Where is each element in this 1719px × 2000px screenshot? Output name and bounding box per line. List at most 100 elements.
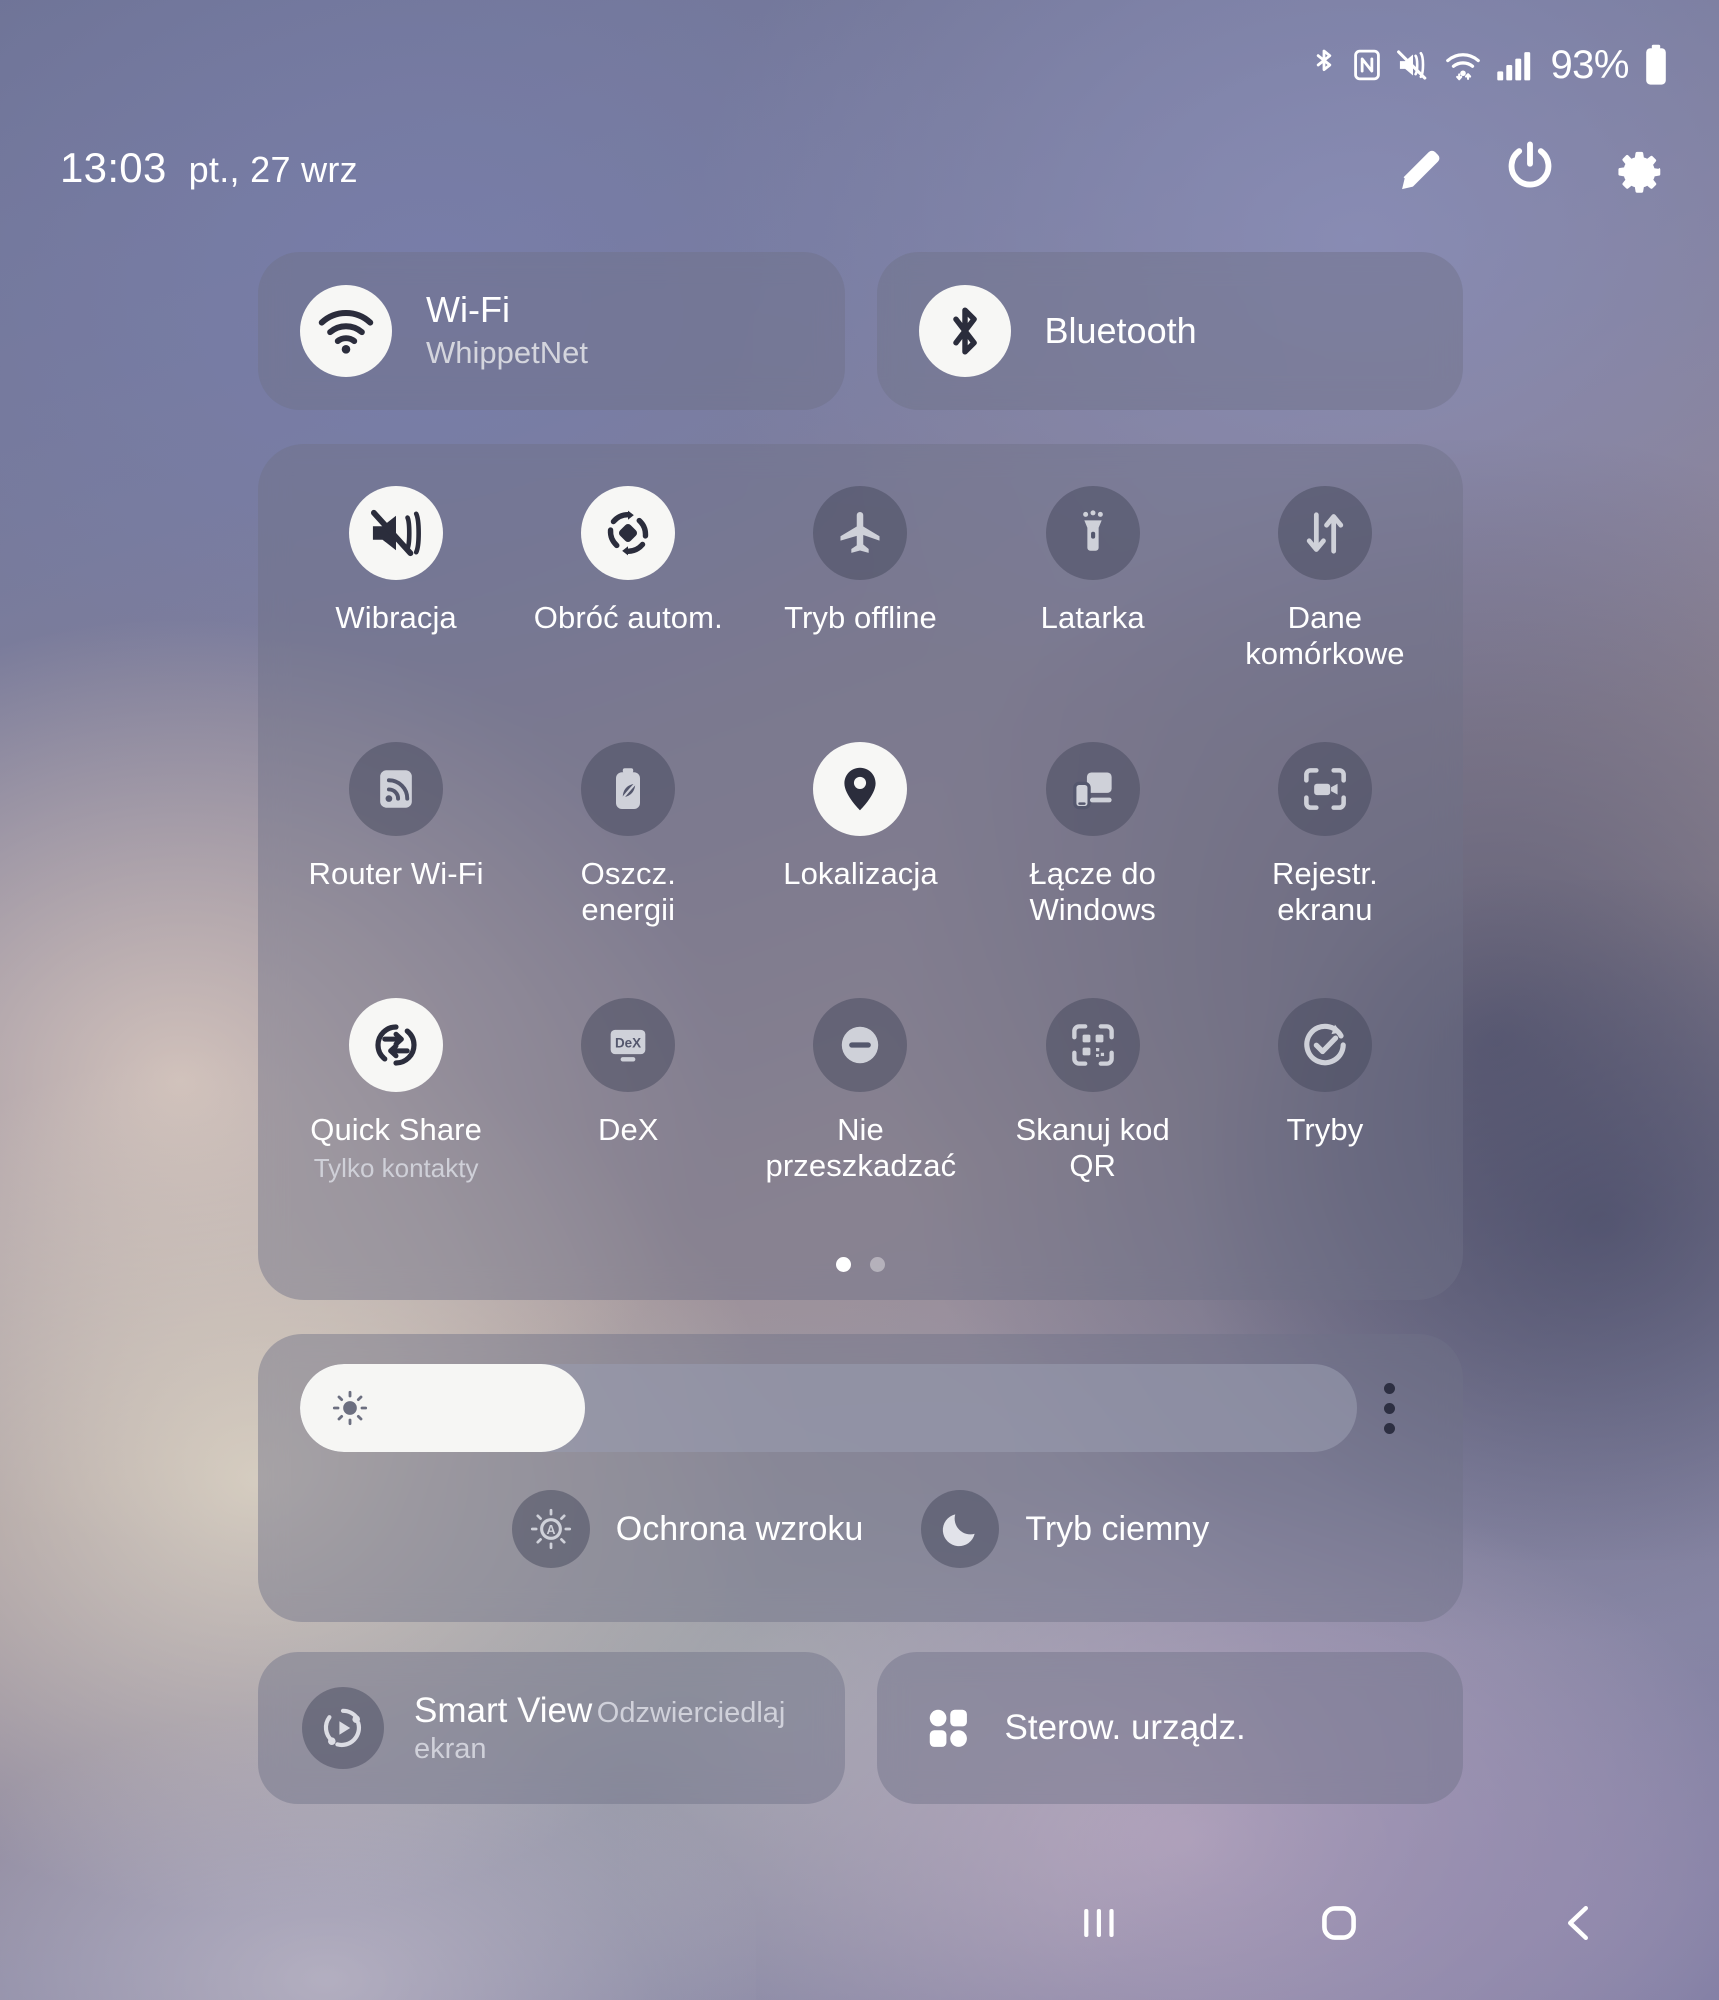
recents-icon: [1075, 1899, 1123, 1952]
brightness-card: A Ochrona wzroku Tryb ciemny: [258, 1334, 1463, 1622]
svg-text:A: A: [546, 1523, 555, 1537]
device-controls-icon: [921, 1701, 975, 1755]
clock-date-label: pt., 27 wrz: [188, 149, 358, 190]
toggle-label: Lokalizacja: [783, 856, 938, 891]
toggle-tryby[interactable]: Tryby: [1209, 998, 1441, 1254]
do-not-disturb-icon: [813, 998, 908, 1092]
svg-text:DeX: DeX: [615, 1036, 641, 1051]
dark-mode-moon-icon: [921, 1490, 1000, 1568]
hotspot-icon: [349, 742, 444, 836]
dark-mode-toggle[interactable]: Tryb ciemny: [921, 1490, 1209, 1568]
bluetooth-icon: [1310, 45, 1338, 85]
panel-header: 13:03 pt., 27 wrz: [0, 128, 1719, 208]
screen-recorder-icon: [1277, 742, 1372, 836]
device-controls-tile[interactable]: Sterow. urządz.: [876, 1652, 1463, 1804]
toggle-label: Latarka: [1040, 600, 1145, 635]
toggle-rejestr-ekranu[interactable]: Rejestr. ekranu: [1209, 742, 1441, 998]
brightness-slider[interactable]: [300, 1364, 1357, 1452]
toggle-lokalizacja[interactable]: Lokalizacja: [744, 742, 976, 998]
brightness-row: [300, 1364, 1421, 1452]
quick-settings-grid: Wibracja Obróć autom. Tryb offline Latar…: [258, 444, 1463, 1300]
dark-mode-label: Tryb ciemny: [1025, 1509, 1210, 1548]
signal-bars-icon: [1496, 48, 1532, 82]
toggle-label: Obróć autom.: [533, 600, 723, 635]
back-chevron-icon: [1555, 1899, 1603, 1952]
toggle-label: Nie przeszkadzać: [765, 1112, 957, 1184]
flashlight-icon: [1045, 486, 1140, 580]
toggle-wibracja[interactable]: Wibracja: [280, 486, 512, 742]
toggle-dex[interactable]: DeX DeX: [512, 998, 744, 1254]
toggle-nie-przeszkadzac[interactable]: Nie przeszkadzać: [744, 998, 976, 1254]
edit-button[interactable]: [1393, 139, 1451, 197]
toggle-skanuj-kod-qr[interactable]: Skanuj kod QR: [977, 998, 1209, 1254]
wifi-tile[interactable]: Wi-Fi WhippetNet: [258, 252, 845, 410]
toggle-label: Router Wi-Fi: [308, 856, 484, 891]
modes-icon: [1277, 998, 1372, 1092]
recents-button[interactable]: [1059, 1885, 1139, 1965]
page-indicator[interactable]: [258, 1257, 1463, 1272]
smart-view-icon: [302, 1687, 384, 1769]
battery-icon: [1643, 44, 1669, 86]
toggle-label: Rejestr. ekranu: [1271, 856, 1378, 928]
toggle-dane-komorkowe[interactable]: Dane komórkowe: [1209, 486, 1441, 742]
pencil-icon: [1396, 140, 1448, 197]
link-to-windows-icon: [1045, 742, 1140, 836]
clock-date[interactable]: 13:03 pt., 27 wrz: [60, 144, 358, 192]
toggle-label: DeX: [597, 1112, 659, 1147]
toggle-label: Oszcz. energii: [580, 856, 676, 928]
power-icon: [1503, 139, 1557, 198]
page-dot-2[interactable]: [870, 1257, 885, 1272]
nfc-icon: [1352, 48, 1382, 82]
back-button[interactable]: [1539, 1885, 1619, 1965]
toggle-label: Tryby: [1286, 1112, 1364, 1147]
battery-percent-label: 93%: [1550, 42, 1629, 87]
brightness-options-icon[interactable]: [1357, 1364, 1421, 1452]
toggle-lacze-do-windows[interactable]: Łącze do Windows: [977, 742, 1209, 998]
auto-rotate-icon: [581, 486, 676, 580]
vibrate-icon: [349, 486, 444, 580]
display-modes: A Ochrona wzroku Tryb ciemny: [258, 1474, 1463, 1584]
toggle-obroc-autom[interactable]: Obróć autom.: [512, 486, 744, 742]
quick-share-icon: [349, 998, 444, 1092]
vibrate-mute-icon: [1396, 48, 1430, 82]
location-pin-icon: [813, 742, 908, 836]
connectivity-tiles: Wi-Fi WhippetNet Bluetooth: [258, 252, 1463, 410]
clock-time: 13:03: [60, 144, 167, 191]
power-saving-icon: [581, 742, 676, 836]
gear-icon: [1611, 139, 1665, 198]
wifi-icon: [300, 285, 392, 377]
wifi-tile-title: Wi-Fi: [426, 289, 510, 331]
smart-view-tile[interactable]: Smart View Odzwierciedlaj ekran: [258, 1652, 845, 1804]
settings-button[interactable]: [1609, 139, 1667, 197]
bluetooth-tile-title: Bluetooth: [1044, 309, 1197, 351]
toggle-latarka[interactable]: Latarka: [977, 486, 1209, 742]
toggle-router-wifi[interactable]: Router Wi-Fi: [280, 742, 512, 998]
home-icon: [1314, 1898, 1364, 1953]
header-actions: [1393, 139, 1667, 197]
eye-comfort-label: Ochrona wzroku: [615, 1509, 864, 1548]
toggle-label: Tryb offline: [784, 600, 937, 635]
device-controls-title: Sterow. urządz.: [1004, 1708, 1246, 1747]
power-button[interactable]: [1501, 139, 1559, 197]
quick-settings-card: Wibracja Obróć autom. Tryb offline Latar…: [258, 444, 1463, 1300]
toggle-label: Skanuj kod QR: [1015, 1112, 1170, 1184]
bluetooth-tile[interactable]: Bluetooth: [876, 252, 1463, 410]
wifi-icon: [1444, 48, 1482, 82]
wifi-tile-network: WhippetNet: [426, 334, 588, 370]
airplane-icon: [813, 486, 908, 580]
toggle-sublabel: Tylko kontakty: [313, 1153, 479, 1184]
eye-comfort-shield-toggle[interactable]: A Ochrona wzroku: [511, 1490, 864, 1568]
toggle-tryb-offline[interactable]: Tryb offline: [744, 486, 976, 742]
status-bar: 93%: [0, 0, 1719, 130]
toggle-quick-share[interactable]: Quick Share Tylko kontakty: [280, 998, 512, 1254]
toggle-label: Łącze do Windows: [1029, 856, 1156, 928]
smart-view-title: Smart View: [414, 1690, 593, 1730]
toggle-oszcz-energii[interactable]: Oszcz. energii: [512, 742, 744, 998]
bluetooth-icon: [918, 285, 1011, 377]
home-button[interactable]: [1299, 1885, 1379, 1965]
dex-icon: DeX: [581, 998, 676, 1092]
eye-comfort-icon: A: [511, 1490, 590, 1568]
page-dot-1[interactable]: [836, 1257, 851, 1272]
navigation-bar: [0, 1850, 1719, 2000]
mobile-data-icon: [1277, 486, 1372, 580]
